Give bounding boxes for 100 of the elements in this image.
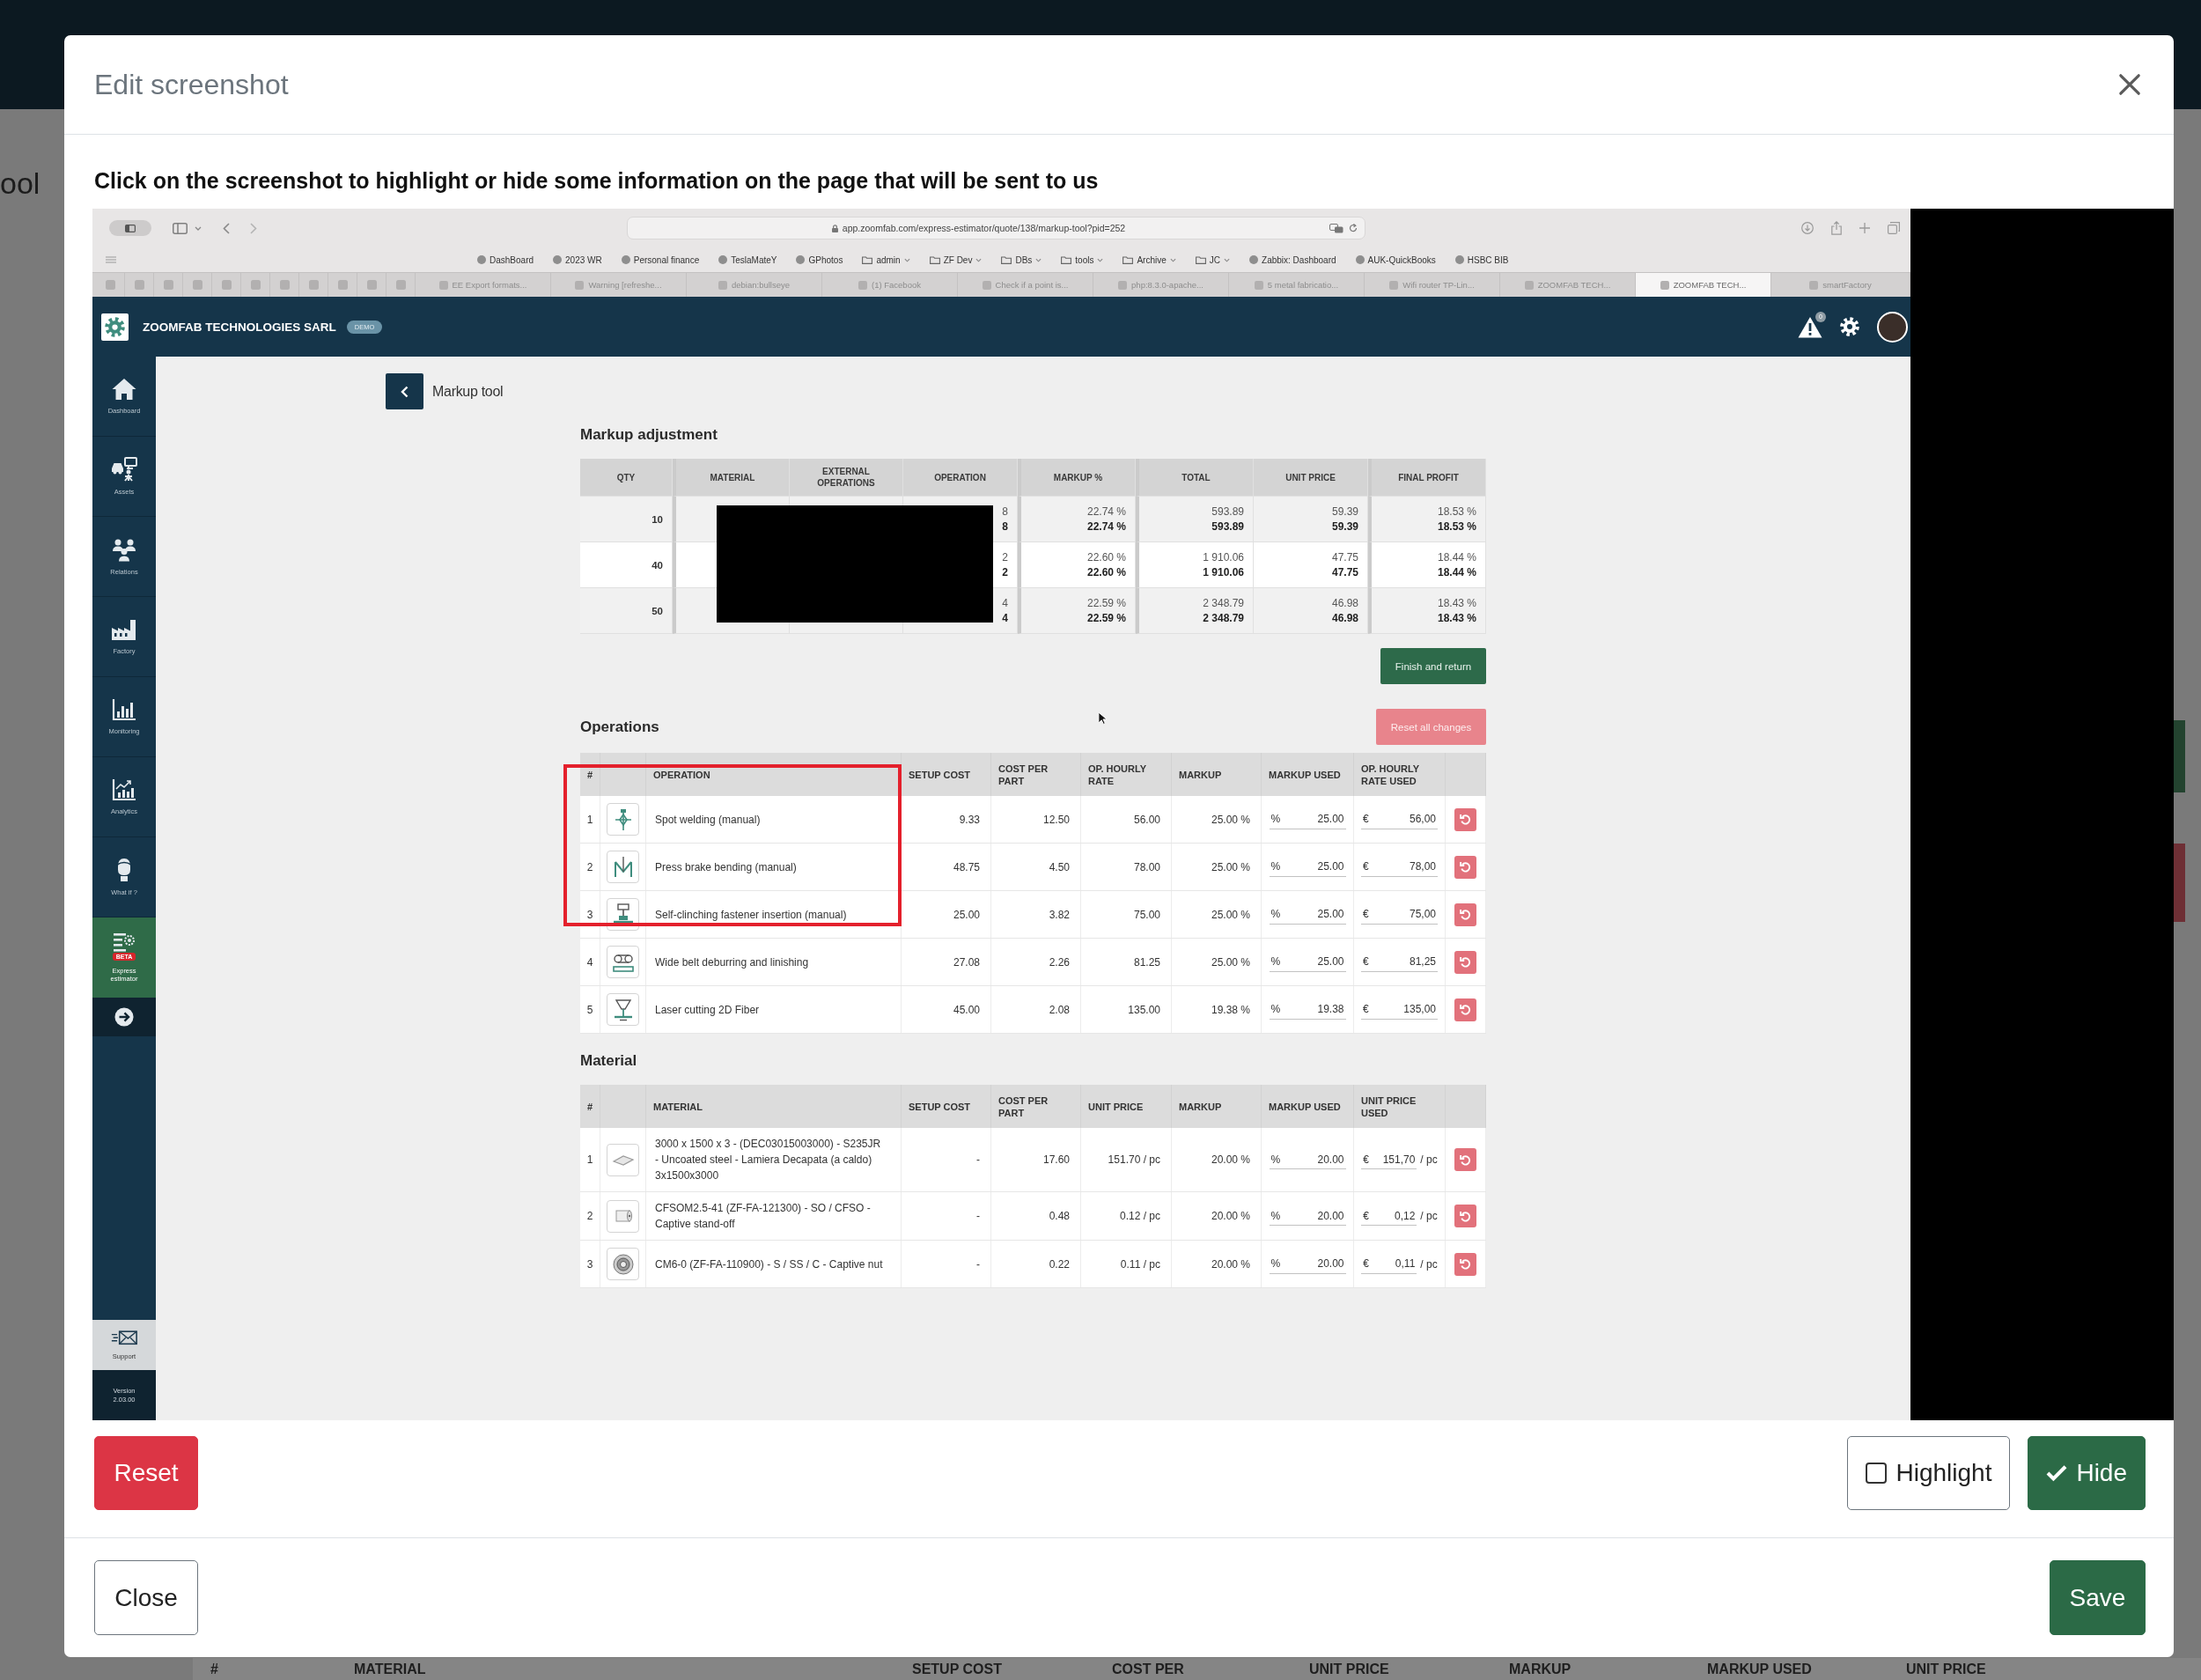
sidebar-toggle-button[interactable] [109, 220, 151, 236]
unit-price: 151.70 / pc [1108, 1153, 1160, 1168]
row-number: 5 [586, 1002, 593, 1018]
bookmark[interactable]: Archive [1123, 254, 1176, 265]
bookmark[interactable]: GPhotos [796, 254, 843, 265]
cost-per-part: 2.26 [1049, 954, 1070, 970]
operation-value: 4 [1002, 610, 1008, 626]
back-button[interactable] [386, 373, 423, 409]
bookmark[interactable]: DBs [1001, 254, 1042, 265]
markup-value: 25.00 % [1211, 812, 1250, 828]
laser-head-icon [607, 993, 639, 1026]
save-button[interactable]: Save [2050, 1560, 2146, 1635]
favicon-icon [1389, 280, 1399, 290]
favicon-icon [395, 280, 406, 290]
markup-input[interactable]: % 20.00 [1269, 1254, 1346, 1274]
unit-price: 0.12 / pc [1119, 1209, 1160, 1224]
reset-row-button[interactable] [1454, 855, 1476, 879]
reset-row-button[interactable] [1454, 950, 1476, 974]
cost-per-part: 2.08 [1049, 1002, 1070, 1018]
mode-button[interactable]: Highlight [1847, 1436, 2011, 1510]
chevron-down-icon [903, 257, 910, 262]
unit-price: 47.75 [1331, 564, 1358, 580]
site-icon [553, 255, 563, 264]
reset-row-button[interactable] [1454, 807, 1476, 831]
rate-input[interactable]: € 56,00 [1361, 809, 1438, 829]
favicon-icon [718, 280, 727, 290]
markup-input[interactable]: % 25.00 [1269, 904, 1346, 925]
cost-per-part: 12.50 [1042, 812, 1070, 828]
highlight-rectangle[interactable] [563, 764, 902, 926]
lock-icon [831, 224, 838, 232]
column-header: MARKUP [1179, 768, 1222, 781]
reset-button[interactable]: Reset [94, 1436, 198, 1510]
favicon-icon [982, 280, 991, 290]
markup-input[interactable]: % 25.00 [1269, 857, 1346, 877]
total-value: 2 348.79 [1203, 610, 1244, 626]
close-dialog-button[interactable]: Close [94, 1560, 198, 1635]
markup-input[interactable]: % 25.00 [1269, 952, 1346, 972]
bookmark[interactable]: JC [1195, 254, 1231, 265]
bookmark[interactable]: tools [1061, 254, 1104, 265]
weld-point-icon [607, 803, 639, 836]
reset-row-button[interactable] [1454, 1205, 1476, 1227]
markup-value: 20.00 % [1211, 1209, 1250, 1224]
operation-value: 2 [1002, 564, 1008, 580]
price-input[interactable]: € 0,12 [1361, 1206, 1417, 1226]
bookmark[interactable]: 2023 WR [553, 254, 602, 265]
mode-button[interactable]: Hide [2028, 1436, 2146, 1510]
bookmark[interactable]: Zabbix: Dashboard [1249, 254, 1336, 265]
rate-input[interactable]: € 78,00 [1361, 857, 1438, 877]
hourly-rate: 78.00 [1133, 859, 1160, 875]
markup-input[interactable]: % 20.00 [1269, 1206, 1346, 1226]
rate-input[interactable]: € 81,25 [1361, 952, 1438, 972]
markup-input[interactable]: % 20.00 [1269, 1150, 1346, 1169]
price-input[interactable]: € 0,11 [1361, 1254, 1417, 1274]
address-field[interactable]: app.zoomfab.com/express-estimator/quote/138/markup-tool?pid=252 [627, 217, 1366, 239]
site-icon [796, 255, 806, 264]
bookmark[interactable]: TeslaMateY [718, 254, 777, 265]
standoff-icon [607, 1199, 639, 1233]
site-icon [1355, 255, 1365, 264]
finish-button[interactable]: Finish and return [1380, 648, 1486, 684]
bookmark[interactable]: admin [862, 254, 910, 265]
operation-value: 4 [1002, 595, 1008, 611]
markup-input[interactable]: % 19.38 [1269, 999, 1346, 1020]
favicon-icon [1524, 280, 1534, 290]
page-title: Markup tool [432, 383, 504, 400]
column-header: MATERIAL [354, 1660, 426, 1678]
setup-cost: 25.00 [953, 907, 980, 923]
favicon-icon [105, 280, 115, 290]
total-value: 1 910.06 [1203, 564, 1244, 580]
rate-input[interactable]: € 135,00 [1361, 999, 1438, 1020]
reset-row-button[interactable] [1454, 1252, 1476, 1276]
expand-sidebar-button[interactable] [92, 998, 156, 1036]
screenshot-canvas[interactable] [92, 209, 2174, 1420]
total-value: 593.89 [1211, 519, 1244, 534]
trend-chart-icon [112, 778, 136, 801]
avatar[interactable] [1877, 311, 1908, 343]
unit-price: 0.11 / pc [1120, 1256, 1160, 1272]
bookmark[interactable]: Personal finance [621, 254, 700, 265]
press-brake-icon [607, 851, 639, 883]
reset-row-button[interactable] [1454, 998, 1476, 1021]
browser-tab[interactable]: ZOOMFAB TECH... [1636, 273, 1771, 297]
undo-icon [1460, 1153, 1471, 1166]
reset-row-button[interactable] [1454, 903, 1476, 926]
cost-per-part: 0.22 [1049, 1256, 1070, 1272]
reset-row-button[interactable] [1454, 1148, 1476, 1171]
markup-input[interactable]: % 25.00 [1269, 809, 1346, 829]
hourly-rate: 135.00 [1128, 1002, 1160, 1018]
tabs-icon [1888, 222, 1900, 234]
setup-cost: - [976, 1256, 980, 1272]
bookmark[interactable]: AUK-QuickBooks [1355, 254, 1436, 265]
rate-input[interactable]: € 75,00 [1361, 904, 1438, 925]
markup-percent: 22.74 % [1086, 504, 1126, 519]
unit-price: 46.98 [1331, 610, 1358, 626]
material-name: CM6-0 (ZF-FA-110900) - S / SS / C - Captive nut [655, 1256, 883, 1272]
chevron-down-icon [1097, 257, 1104, 262]
row-number: 3 [586, 907, 593, 923]
bookmark[interactable]: ZF Dev [929, 254, 983, 265]
bookmark[interactable]: DashBoard [477, 254, 534, 265]
column-header: EXTERNAL OPERATIONS [816, 466, 876, 489]
price-input[interactable]: € 151,70 [1361, 1150, 1417, 1169]
bookmark[interactable]: HSBC BIB [1454, 254, 1509, 265]
